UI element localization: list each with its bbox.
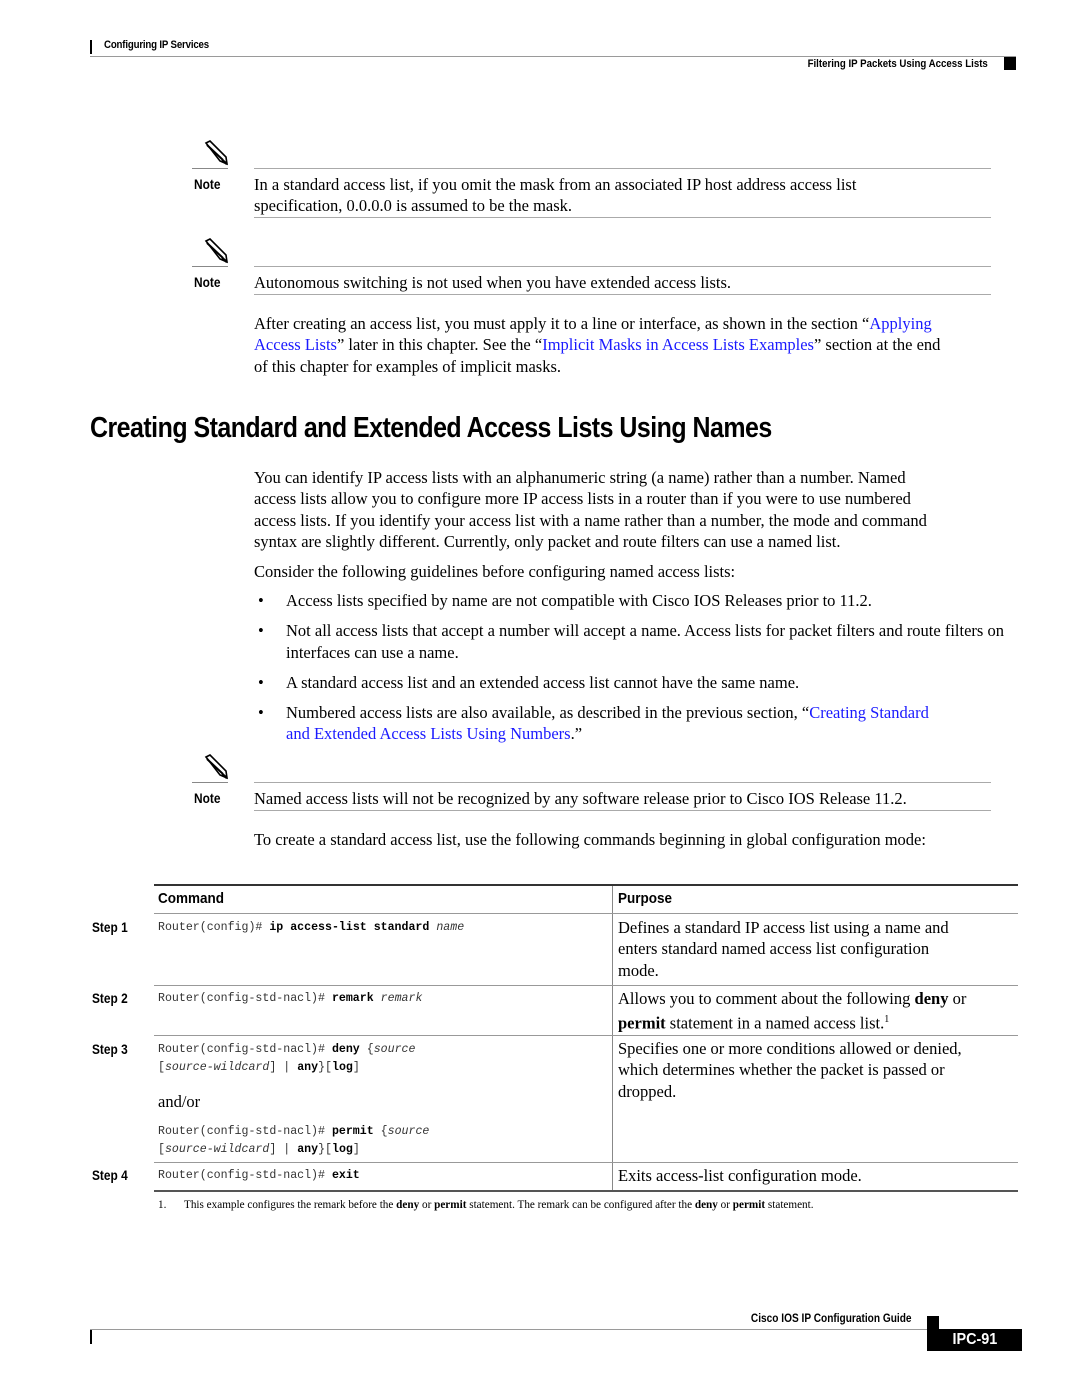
text-run: After creating an access list, you must …	[254, 314, 870, 333]
step-label: Step 3	[92, 1041, 128, 1057]
list-item: • Not all access lists that accept a numb…	[254, 620, 1016, 663]
bullet-icon: •	[258, 621, 264, 641]
note-top-rule	[254, 168, 991, 169]
bullet-icon: •	[258, 672, 264, 692]
footer-bar	[90, 1330, 92, 1344]
guide-title: Cisco IOS IP Configuration Guide	[751, 1313, 912, 1325]
purpose-step-4: Exits access-list configuration mode.	[618, 1165, 1014, 1186]
apply-access-list-paragraph: After creating an access list, you must …	[254, 313, 1016, 377]
note-label: Note	[194, 176, 221, 192]
list-item-text: Not all access lists that accept a numbe…	[286, 621, 1004, 662]
note-bottom-rule	[254, 810, 991, 811]
step-label: Step 2	[92, 990, 128, 1006]
table-bottom-rule	[154, 1190, 1018, 1192]
chapter-title: Configuring IP Services	[104, 39, 209, 51]
list-item: • A standard access list and an extended …	[254, 672, 1016, 693]
purpose-step-3: Specifies one or more conditions allowed…	[618, 1038, 1014, 1102]
note-text: Named access lists will not be recognize…	[254, 788, 992, 809]
note-top-rule	[254, 266, 991, 267]
note-top-rule	[254, 782, 991, 783]
intro-line: access lists allow you to configure more…	[254, 489, 911, 509]
note-line: Autonomous switching is not used when yo…	[254, 273, 732, 292]
note-text: In a standard access list, if you omit t…	[254, 174, 992, 216]
bullet-icon: •	[258, 703, 264, 723]
note-icon-rule	[192, 266, 228, 267]
purpose-step-2: Allows you to comment about the followin…	[618, 989, 967, 1033]
note-text: Autonomous switching is not used when yo…	[254, 272, 992, 293]
link-implicit-masks-examples[interactable]: Implicit Masks in Access Lists Examples	[542, 335, 814, 354]
intro-line: You can identify IP access lists with an…	[254, 468, 906, 487]
note-bottom-rule	[254, 294, 991, 295]
intro-paragraph: You can identify IP access lists with an…	[254, 467, 1016, 552]
step-label: Step 1	[92, 919, 128, 935]
note-label: Note	[194, 274, 221, 290]
header-rule	[90, 56, 1016, 57]
footer-rule	[90, 1329, 930, 1330]
row-rule	[154, 1162, 1018, 1163]
purpose-line: which determines whether the packet is p…	[618, 1060, 945, 1080]
column-header-purpose: Purpose	[618, 890, 673, 907]
command-step-3-permit: Router(config-std-nacl)# permit {source …	[158, 1125, 430, 1156]
list-item-text: A standard access list and an extended a…	[286, 672, 800, 692]
text-run: ” section at the end	[813, 335, 941, 355]
purpose-line: enters standard named access list config…	[618, 939, 930, 959]
note-icon-rule	[192, 782, 228, 783]
footnote: 1. This example configures the remark bef…	[158, 1199, 814, 1211]
list-item-text: .”	[570, 724, 583, 744]
text-run: of this chapter for examples of implicit…	[254, 356, 562, 376]
command-step-2: Router(config-std-nacl)# remark remark	[158, 992, 423, 1005]
purpose-line: mode.	[618, 960, 659, 980]
table-top-rule	[154, 884, 1018, 886]
column-header-command: Command	[158, 890, 225, 907]
guidelines-intro: Consider the following guidelines before…	[254, 562, 736, 581]
footer-block	[927, 1316, 939, 1329]
purpose-line: Exits access-list configuration mode.	[618, 1166, 862, 1185]
pencil-note-icon	[204, 754, 228, 780]
header-rule	[154, 913, 1018, 914]
pencil-note-icon	[204, 140, 228, 166]
command-step-1: Router(config)# ip access-list standard …	[158, 921, 465, 934]
purpose-line: dropped.	[618, 1081, 677, 1101]
note-line: Named access lists will not be recognize…	[254, 789, 907, 808]
column-divider	[612, 886, 613, 1191]
command-step-3-deny: Router(config-std-nacl)# deny {source [s…	[158, 1043, 416, 1074]
bullet-icon: •	[258, 591, 264, 610]
note-line: specification, 0.0.0.0 is assumed to be …	[254, 196, 573, 215]
list-item: • Access lists specified by name are not …	[254, 590, 1016, 611]
purpose-line: Specifies one or more conditions allowed…	[618, 1039, 962, 1058]
list-item-text: Access lists specified by name are not c…	[286, 591, 872, 610]
purpose-line: Defines a standard IP access list using …	[618, 918, 949, 937]
step-label: Step 4	[92, 1167, 128, 1183]
row-rule	[154, 985, 1018, 986]
footnote-ref[interactable]: 1	[884, 1014, 889, 1025]
section-running-title: Filtering IP Packets Using Access Lists	[807, 58, 988, 70]
note-label: Note	[194, 790, 221, 806]
text-run: ” later in this chapter. See the “	[336, 335, 543, 355]
purpose-step-1: Defines a standard IP access list using …	[618, 917, 1014, 981]
header-bar	[90, 40, 92, 54]
intro-line: syntax are slightly different. Currently…	[254, 531, 841, 551]
page-number: IPC-91	[927, 1329, 1022, 1351]
note-icon-rule	[192, 168, 228, 169]
and-or-label: and/or	[158, 1092, 201, 1111]
guidelines-list: • Access lists specified by name are not …	[254, 590, 1016, 754]
list-item: • Numbered access lists are also availabl…	[254, 702, 1016, 745]
table-intro: To create a standard access list, use th…	[254, 830, 926, 849]
intro-line: access lists. If you identify your acces…	[254, 510, 927, 530]
header-block	[1004, 57, 1016, 70]
pencil-note-icon	[204, 238, 228, 264]
row-rule	[154, 1035, 1018, 1036]
note-line: In a standard access list, if you omit t…	[254, 175, 857, 194]
footnote-number: 1.	[158, 1199, 167, 1211]
section-heading: Creating Standard and Extended Access Li…	[90, 412, 772, 444]
command-step-4: Router(config-std-nacl)# exit	[158, 1169, 360, 1182]
note-bottom-rule	[254, 217, 991, 218]
list-item-text: Numbered access lists are also available…	[286, 703, 810, 723]
